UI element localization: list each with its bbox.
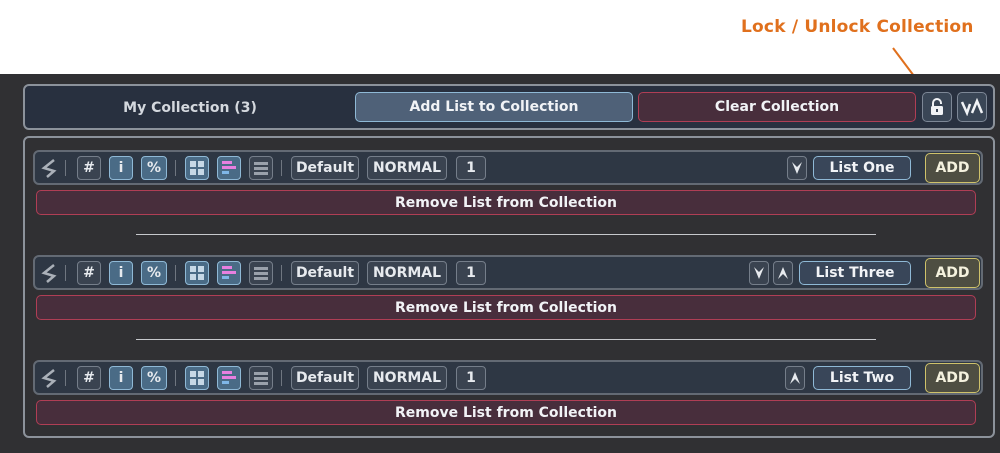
remove-list-button[interactable]: Remove List from Collection <box>36 190 976 215</box>
list-view-button[interactable] <box>249 156 273 180</box>
list-view-button[interactable] <box>249 366 273 390</box>
list-divider <box>136 234 876 235</box>
bar-view-icon <box>222 371 236 384</box>
count-field[interactable]: 1 <box>456 261 486 285</box>
toggle-info-button[interactable]: i <box>109 366 133 390</box>
list-row-three: # i % Default NORMAL 1 List Three ADD <box>33 255 983 290</box>
grid-view-button[interactable] <box>185 261 209 285</box>
bar-view-button[interactable] <box>217 261 241 285</box>
list-view-icon <box>254 267 268 280</box>
move-up-button[interactable] <box>785 366 805 390</box>
list-row-one: # i % Default NORMAL 1 List One ADD <box>33 150 983 185</box>
sort-icon <box>960 98 984 116</box>
add-list-button[interactable]: Add List to Collection <box>355 92 633 122</box>
separator <box>65 370 66 386</box>
grid-view-icon <box>190 266 204 280</box>
list-view-button[interactable] <box>249 261 273 285</box>
move-down-button[interactable] <box>749 261 769 285</box>
separator <box>175 160 176 176</box>
collapse-handle-icon[interactable] <box>41 368 57 388</box>
collapse-handle-icon[interactable] <box>41 263 57 283</box>
toggle-percent-button[interactable]: % <box>141 156 167 180</box>
style-dropdown[interactable]: Default <box>291 156 359 180</box>
list-name-field[interactable]: List One <box>813 156 911 180</box>
arrow-down-icon <box>792 162 802 174</box>
count-field[interactable]: 1 <box>456 156 486 180</box>
collapse-handle-icon[interactable] <box>41 158 57 178</box>
add-item-button[interactable]: ADD <box>925 258 980 288</box>
list-divider <box>136 339 876 340</box>
count-field[interactable]: 1 <box>456 366 486 390</box>
separator <box>175 265 176 281</box>
bar-view-icon <box>222 161 236 174</box>
toggle-info-button[interactable]: i <box>109 261 133 285</box>
move-down-button[interactable] <box>787 156 807 180</box>
add-item-button[interactable]: ADD <box>925 153 980 183</box>
separator <box>281 160 282 176</box>
list-name-field[interactable]: List Three <box>799 261 911 285</box>
grid-view-button[interactable] <box>185 366 209 390</box>
remove-list-button[interactable]: Remove List from Collection <box>36 400 976 425</box>
toggle-hash-button[interactable]: # <box>77 156 101 180</box>
mode-dropdown[interactable]: NORMAL <box>367 156 447 180</box>
separator <box>175 370 176 386</box>
grid-view-icon <box>190 161 204 175</box>
lock-icon <box>931 98 943 115</box>
separator <box>65 265 66 281</box>
style-dropdown[interactable]: Default <box>291 261 359 285</box>
remove-list-button[interactable]: Remove List from Collection <box>36 295 976 320</box>
mode-dropdown[interactable]: NORMAL <box>367 366 447 390</box>
list-row-two: # i % Default NORMAL 1 List Two ADD <box>33 360 983 395</box>
list-view-icon <box>254 372 268 385</box>
style-dropdown[interactable]: Default <box>291 366 359 390</box>
toggle-hash-button[interactable]: # <box>77 366 101 390</box>
toggle-hash-button[interactable]: # <box>77 261 101 285</box>
list-name-field[interactable]: List Two <box>813 366 911 390</box>
separator <box>281 265 282 281</box>
arrow-up-icon <box>778 267 788 279</box>
collection-header: My Collection (3) Add List to Collection… <box>23 84 995 130</box>
clear-collection-button[interactable]: Clear Collection <box>638 92 916 122</box>
grid-view-button[interactable] <box>185 156 209 180</box>
toggle-info-button[interactable]: i <box>109 156 133 180</box>
bar-view-icon <box>222 266 236 279</box>
move-up-button[interactable] <box>773 261 793 285</box>
separator <box>281 370 282 386</box>
bar-view-button[interactable] <box>217 156 241 180</box>
grid-view-icon <box>190 371 204 385</box>
toggle-percent-button[interactable]: % <box>141 261 167 285</box>
bar-view-button[interactable] <box>217 366 241 390</box>
separator <box>65 160 66 176</box>
sort-button[interactable] <box>957 92 987 122</box>
collection-title: My Collection (3) <box>123 100 257 116</box>
lock-button[interactable] <box>922 92 952 122</box>
toggle-percent-button[interactable]: % <box>141 366 167 390</box>
add-item-button[interactable]: ADD <box>925 363 980 393</box>
arrow-down-icon <box>754 267 764 279</box>
list-view-icon <box>254 162 268 175</box>
mode-dropdown[interactable]: NORMAL <box>367 261 447 285</box>
lock-callout-label: Lock / Unlock Collection <box>741 17 974 37</box>
arrow-up-icon <box>790 372 800 384</box>
